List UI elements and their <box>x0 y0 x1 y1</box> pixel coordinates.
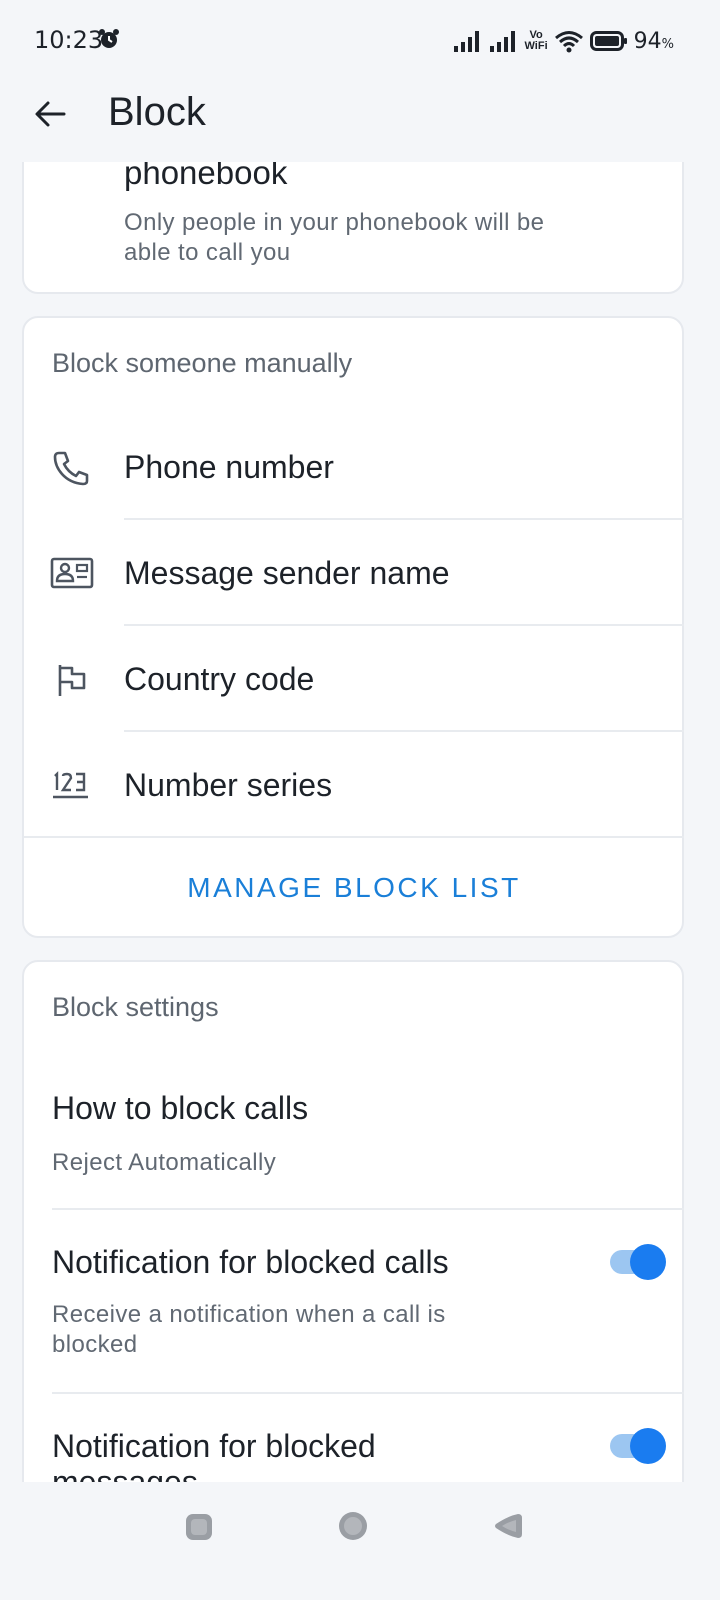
how-to-block-setting[interactable]: How to block calls Reject Automatically <box>24 1062 684 1208</box>
block-phone-number-item[interactable]: Phone number <box>24 416 684 522</box>
block-settings-card: Block settings How to block calls Reject… <box>22 960 684 1482</box>
nav-back-icon[interactable] <box>492 1510 524 1542</box>
phone-icon <box>53 451 89 486</box>
page-title: Block <box>108 90 206 134</box>
signal-strength-icon <box>453 31 479 52</box>
manage-block-list-button[interactable]: MANAGE BLOCK LIST <box>24 838 684 938</box>
battery-level: 94% <box>633 28 674 54</box>
divider <box>124 730 684 732</box>
row-label: Phone number <box>124 449 334 485</box>
status-icons: Vo WiFi 94% <box>453 24 674 58</box>
setting-title: Notification for blocked messages <box>52 1428 376 1482</box>
notify-calls-toggle[interactable] <box>608 1244 668 1280</box>
home-icon[interactable] <box>337 1510 369 1542</box>
section-header: Block someone manually <box>52 348 353 378</box>
status-time: 10:23 <box>34 26 104 54</box>
signal-strength-icon <box>489 31 515 52</box>
alarm-clock-icon <box>99 29 119 48</box>
toggle-thumb <box>630 1244 666 1280</box>
notify-blocked-calls-setting[interactable]: Notification for blocked calls Receive a… <box>24 1210 684 1392</box>
divider <box>124 518 684 520</box>
app-bar: Block <box>0 80 720 162</box>
wifi-icon <box>554 31 583 53</box>
number-series-icon <box>53 771 88 799</box>
flag-icon <box>58 665 86 696</box>
toggle-thumb <box>630 1428 666 1464</box>
row-label: Message sender name <box>124 555 450 591</box>
block-sender-name-item[interactable]: Message sender name <box>24 522 684 628</box>
section-header: Block settings <box>52 992 219 1022</box>
option-title: phonebook <box>124 162 288 191</box>
phonebook-only-option[interactable]: phonebook Only people in your phonebook … <box>22 162 684 294</box>
notify-blocked-messages-setting[interactable]: Notification for blocked messages <box>24 1394 684 1482</box>
system-nav-bar <box>0 1482 720 1600</box>
block-manually-card: Block someone manually Phone number Mess… <box>22 316 684 938</box>
vowifi-indicator: Vo WiFi <box>525 30 548 52</box>
setting-subtitle: Receive a notification when a call is bl… <box>52 1301 446 1358</box>
settings-content[interactable]: phonebook Only people in your phonebook … <box>0 162 720 1482</box>
divider <box>124 624 684 626</box>
battery-icon <box>589 31 627 51</box>
status-bar: 10:23 Vo WiFi 94% <box>0 0 720 80</box>
back-arrow-icon[interactable] <box>30 94 70 134</box>
option-subtitle: Only people in your phonebook will be ab… <box>124 209 545 266</box>
block-country-code-item[interactable]: Country code <box>24 628 684 734</box>
row-label: Number series <box>124 767 333 803</box>
setting-title: How to block calls <box>52 1090 309 1126</box>
block-number-series-item[interactable]: Number series <box>24 734 684 840</box>
setting-title: Notification for blocked calls <box>52 1244 449 1280</box>
setting-value: Reject Automatically <box>52 1149 277 1176</box>
row-label: Country code <box>124 661 315 697</box>
notify-messages-toggle[interactable] <box>608 1428 668 1464</box>
sender-card-icon <box>50 557 94 589</box>
recent-apps-icon[interactable] <box>184 1512 214 1542</box>
wifi-label: WiFi <box>524 40 548 52</box>
